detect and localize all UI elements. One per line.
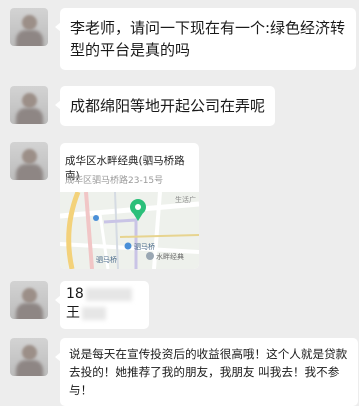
message-bubble-text[interactable]: 成都绵阳等地开起公司在弄呢 [54,86,276,126]
name-prefix: 王 [66,305,80,321]
avatar-head [22,15,37,30]
avatar-head [22,149,37,164]
map-label-station: 驷马桥 [134,242,155,251]
avatar-body [16,164,43,180]
contact-avatar[interactable] [10,8,48,46]
message-bubble-text[interactable]: 说是每天在宣传投资后的收益很高哦！这个人就是贷款去投的！她推荐了我的朋友，我朋友… [55,338,358,406]
message-text: 成都绵阳等地开起公司在弄呢 [70,97,266,115]
redacted-phone [85,287,132,301]
location-message-card[interactable]: 成华区水畔经典(驷马桥路南) 成华区驷马桥路23-15号 驷马桥 驷马桥 水畔经… [60,143,199,269]
map-label-area: 生活广 [175,195,196,204]
avatar-body [16,360,43,376]
map-label-station-left: 驷马桥 [96,255,117,264]
avatar-head [22,93,37,108]
phone-prefix: 18 [66,286,84,302]
avatar-body [16,30,43,46]
map-label-poi: 水畔经典 [156,252,184,261]
contact-avatar[interactable] [10,338,48,376]
avatar-head [22,288,37,303]
contact-avatar[interactable] [10,142,48,180]
avatar-body [16,303,43,319]
avatar-head [22,345,37,360]
redacted-name [82,306,106,320]
message-bubble-redacted[interactable]: 18 王 [55,281,149,329]
message-text: 说是每天在宣传投资后的收益很高哦！这个人就是贷款去投的！她推荐了我的朋友，我朋友… [69,347,348,397]
metro-station-icon [124,242,132,250]
message-bubble-text[interactable]: 李老师，请问一下现在有一个:绿色经济转型的平台是真的吗 [55,8,356,70]
avatar-body [16,108,43,124]
metro-station-icon [93,215,99,221]
contact-avatar[interactable] [10,281,48,319]
message-text: 李老师，请问一下现在有一个:绿色经济转型的平台是真的吗 [70,19,346,59]
contact-avatar[interactable] [10,86,48,124]
location-map[interactable]: 驷马桥 驷马桥 水畔经典 生活广 [60,192,199,269]
poi-icon [146,252,154,260]
location-address: 成华区驷马桥路23-15号 [65,176,164,186]
